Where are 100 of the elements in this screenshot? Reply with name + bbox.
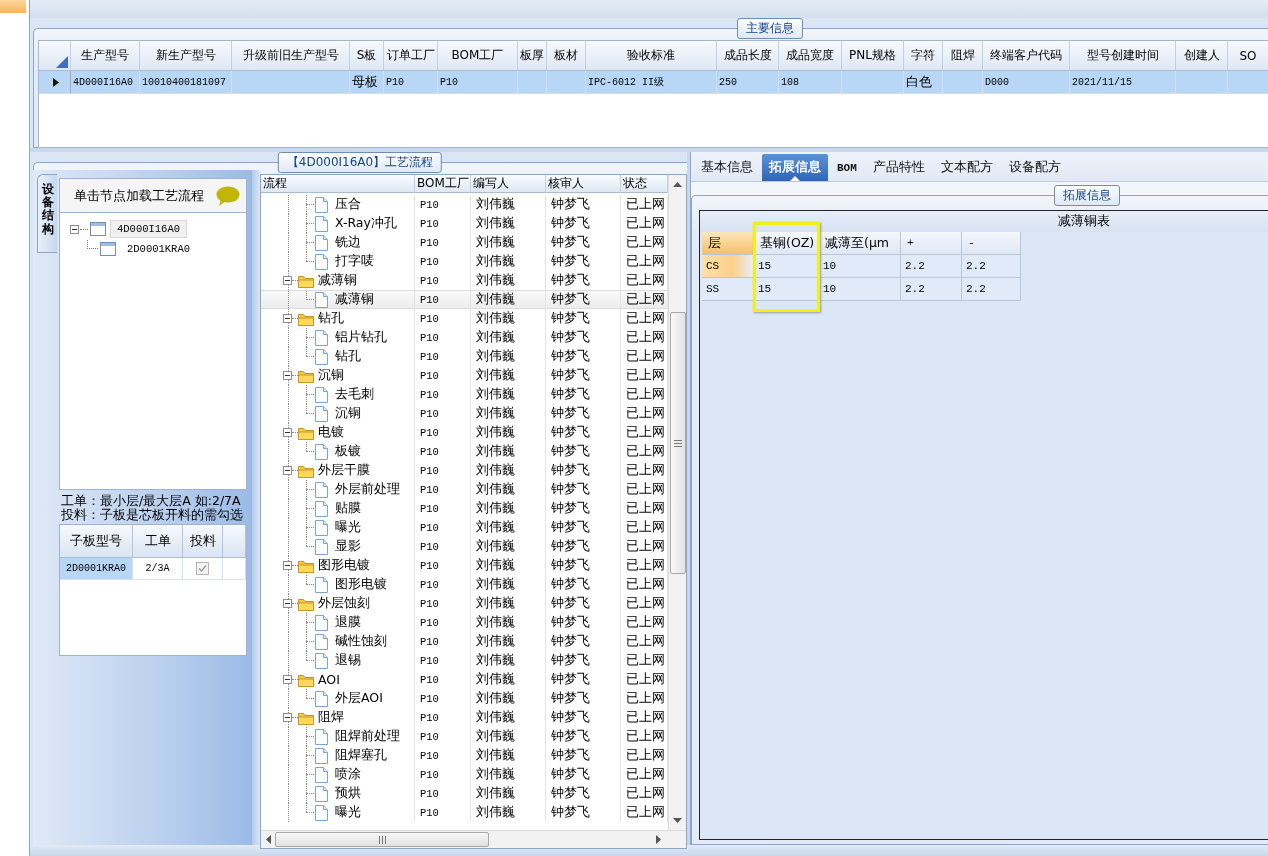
collapse-toggle-icon[interactable]: [283, 561, 292, 570]
tree-row[interactable]: 板镀 P10 刘伟巍 钟梦飞 已上网: [261, 442, 668, 461]
corner-icon: [56, 56, 68, 68]
tree-node[interactable]: 4D000I16A0: [110, 220, 187, 238]
tree-row[interactable]: 碱性蚀刻 P10 刘伟巍 钟梦飞 已上网: [261, 632, 668, 651]
column-header[interactable]: 新生产型号: [140, 41, 232, 71]
column-header[interactable]: 层: [702, 232, 754, 255]
collapse-toggle-icon[interactable]: [283, 599, 292, 608]
tree-row[interactable]: 预烘 P10 刘伟巍 钟梦飞 已上网: [261, 784, 668, 803]
column-header[interactable]: 编写人: [471, 175, 546, 193]
tree-row[interactable]: 图形电镀 P10 刘伟巍 钟梦飞 已上网: [261, 575, 668, 594]
tree-row[interactable]: 外层AOI P10 刘伟巍 钟梦飞 已上网: [261, 689, 668, 708]
column-header[interactable]: 成品宽度: [779, 41, 842, 71]
tree-row[interactable]: 退锡 P10 刘伟巍 钟梦飞 已上网: [261, 651, 668, 670]
collapse-toggle-icon[interactable]: [283, 314, 292, 323]
column-header[interactable]: +: [901, 232, 962, 255]
tree-row[interactable]: 打字唛 P10 刘伟巍 钟梦飞 已上网: [261, 252, 668, 271]
tree-row[interactable]: 显影 P10 刘伟巍 钟梦飞 已上网: [261, 537, 668, 556]
table-cell: D000: [983, 71, 1070, 94]
tree-row[interactable]: 铝片钻孔 P10 刘伟巍 钟梦飞 已上网: [261, 328, 668, 347]
tree-row[interactable]: 铣边 P10 刘伟巍 钟梦飞 已上网: [261, 233, 668, 252]
column-header[interactable]: 流程: [261, 175, 415, 193]
column-header[interactable]: 状态: [621, 175, 668, 193]
tree-row[interactable]: 沉铜 P10 刘伟巍 钟梦飞 已上网: [261, 366, 668, 385]
column-header[interactable]: 投料: [183, 525, 223, 558]
tree-row[interactable]: 外层干膜 P10 刘伟巍 钟梦飞 已上网: [261, 461, 668, 480]
tree-row[interactable]: 阻焊 P10 刘伟巍 钟梦飞 已上网: [261, 708, 668, 727]
tab[interactable]: 拓展信息: [762, 154, 828, 181]
scroll-up-icon[interactable]: [673, 181, 682, 187]
table-cell: 刘伟巍: [471, 499, 546, 518]
tree-row[interactable]: 阻焊前处理 P10 刘伟巍 钟梦飞 已上网: [261, 727, 668, 746]
tree-row[interactable]: AOI P10 刘伟巍 钟梦飞 已上网: [261, 670, 668, 689]
column-header[interactable]: S板: [350, 41, 384, 71]
column-header[interactable]: -: [962, 232, 1021, 255]
column-header[interactable]: 板材: [547, 41, 586, 71]
horizontal-scrollbar[interactable]: [261, 830, 686, 848]
column-header[interactable]: 终端客户代码: [983, 41, 1070, 71]
tree-node[interactable]: 2D0001KRA0: [120, 240, 197, 258]
scroll-right-icon[interactable]: [656, 835, 662, 844]
column-header[interactable]: 成品长度: [717, 41, 779, 71]
tree-row[interactable]: X-Ray冲孔 P10 刘伟巍 钟梦飞 已上网: [261, 214, 668, 233]
checkbox[interactable]: [196, 562, 209, 575]
table-cell: P10: [415, 537, 471, 556]
tree-row[interactable]: 减薄铜 P10 刘伟巍 钟梦飞 已上网: [261, 290, 668, 309]
tree-row[interactable]: 电镀 P10 刘伟巍 钟梦飞 已上网: [261, 423, 668, 442]
tree-row[interactable]: 阻焊塞孔 P10 刘伟巍 钟梦飞 已上网: [261, 746, 668, 765]
column-header[interactable]: BOM工厂: [415, 175, 471, 193]
tree-row[interactable]: 曝光 P10 刘伟巍 钟梦飞 已上网: [261, 803, 668, 822]
tree-row[interactable]: 压合 P10 刘伟巍 钟梦飞 已上网: [261, 195, 668, 214]
tree-row[interactable]: 曝光 P10 刘伟巍 钟梦飞 已上网: [261, 518, 668, 537]
collapse-toggle-icon[interactable]: [283, 466, 292, 475]
tree-row[interactable]: 钻孔 P10 刘伟巍 钟梦飞 已上网: [261, 347, 668, 366]
collapse-toggle-icon[interactable]: [283, 276, 292, 285]
tree-row[interactable]: 钻孔 P10 刘伟巍 钟梦飞 已上网: [261, 309, 668, 328]
column-header[interactable]: 基铜(OZ): [754, 232, 819, 255]
collapse-toggle-icon[interactable]: [283, 428, 292, 437]
tree-row[interactable]: 去毛刺 P10 刘伟巍 钟梦飞 已上网: [261, 385, 668, 404]
column-header[interactable]: 核审人: [546, 175, 621, 193]
tree-row[interactable]: 退膜 P10 刘伟巍 钟梦飞 已上网: [261, 613, 668, 632]
column-header[interactable]: 订单工厂: [384, 41, 438, 71]
tree-row[interactable]: 图形电镀 P10 刘伟巍 钟梦飞 已上网: [261, 556, 668, 575]
tree-row[interactable]: 贴膜 P10 刘伟巍 钟梦飞 已上网: [261, 499, 668, 518]
column-header[interactable]: SO: [1228, 41, 1268, 71]
column-header[interactable]: PNL规格: [842, 41, 904, 71]
vertical-scrollbar[interactable]: [668, 175, 686, 830]
scrollbar-thumb[interactable]: [275, 832, 489, 847]
step-name: 沉铜: [318, 367, 344, 384]
folder-icon: [298, 368, 314, 383]
column-header[interactable]: 创建人: [1176, 41, 1228, 71]
tab[interactable]: 文本配方: [933, 154, 1000, 181]
tree-row[interactable]: 外层蚀刻 P10 刘伟巍 钟梦飞 已上网: [261, 594, 668, 613]
vertical-tab[interactable]: 设备结构: [37, 174, 57, 253]
column-header[interactable]: 阻焊: [943, 41, 983, 71]
collapse-toggle-icon[interactable]: [70, 224, 79, 234]
window-icon: [100, 242, 116, 256]
column-header[interactable]: 减薄至(μm: [819, 232, 901, 255]
column-header[interactable]: BOM工厂: [438, 41, 518, 71]
collapse-toggle-icon[interactable]: [283, 675, 292, 684]
scrollbar-thumb[interactable]: [669, 312, 686, 574]
tree-row[interactable]: 喷涂 P10 刘伟巍 钟梦飞 已上网: [261, 765, 668, 784]
scroll-down-icon[interactable]: [673, 818, 682, 824]
scroll-left-icon[interactable]: [265, 835, 271, 844]
file-icon: [314, 785, 329, 802]
tab[interactable]: 基本信息: [694, 154, 760, 181]
column-header[interactable]: 工单: [133, 525, 183, 558]
table-cell: 10010400181097: [140, 71, 232, 94]
column-header[interactable]: 板厚: [518, 41, 547, 71]
collapse-toggle-icon[interactable]: [283, 713, 292, 722]
tree-row[interactable]: 沉铜 P10 刘伟巍 钟梦飞 已上网: [261, 404, 668, 423]
tab[interactable]: BOM: [830, 154, 864, 181]
tab[interactable]: 设备配方: [1001, 154, 1068, 181]
collapse-toggle-icon[interactable]: [283, 371, 292, 380]
tree-row[interactable]: 外层前处理 P10 刘伟巍 钟梦飞 已上网: [261, 480, 668, 499]
column-header[interactable]: 升级前旧生产型号: [232, 41, 350, 71]
column-header[interactable]: 型号创建时间: [1070, 41, 1176, 71]
column-header[interactable]: 字符: [904, 41, 943, 71]
column-header[interactable]: 验收标准: [586, 41, 717, 71]
tab[interactable]: 产品特性: [865, 154, 932, 181]
column-header[interactable]: 生产型号: [71, 41, 140, 71]
column-header[interactable]: 子板型号: [60, 525, 133, 558]
